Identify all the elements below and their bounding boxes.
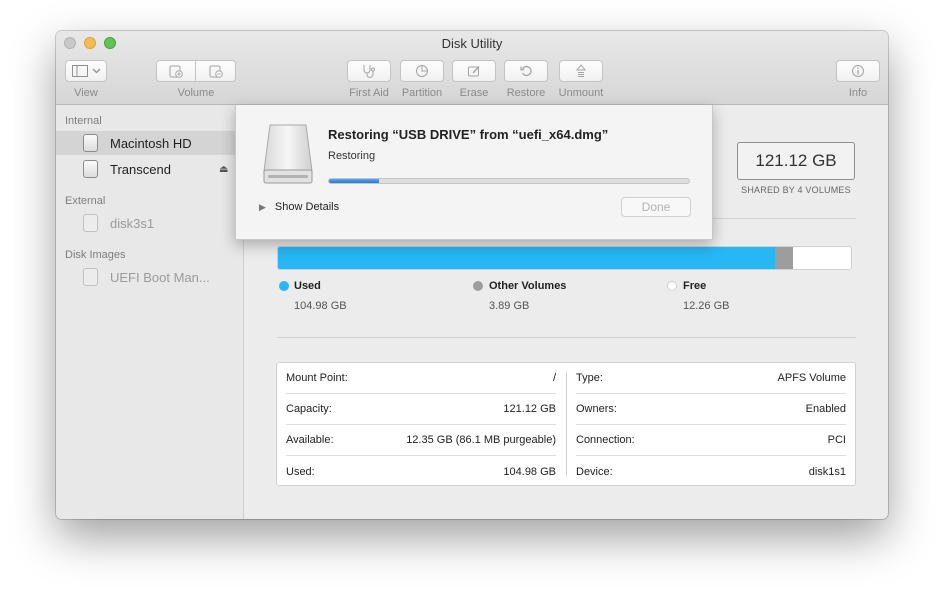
info-value: APFS Volume	[777, 372, 846, 384]
restore-progress-fill	[329, 179, 380, 183]
external-drive-icon	[263, 124, 313, 184]
info-value: PCI	[827, 434, 846, 446]
unmount-label: Unmount	[558, 87, 604, 99]
sidebar-section-disk-images: Disk Images	[65, 249, 126, 261]
internal-disk-icon	[83, 160, 98, 178]
disclosure-triangle-icon: ▶	[259, 201, 266, 212]
disk-utility-window: Disk Utility View Volume First Aid Parti…	[56, 31, 888, 519]
info-row-mount-point: Mount Point: /	[286, 363, 556, 394]
info-value: /	[552, 372, 556, 384]
done-button[interactable]: Done	[621, 197, 691, 217]
remove-volume-icon	[209, 65, 223, 78]
info-value: disk1s1	[808, 465, 846, 478]
info-label: Mount Point:	[286, 372, 348, 384]
info-row-connection: Connection: PCI	[576, 425, 846, 456]
used-legend-value: 104.98 GB	[294, 300, 347, 312]
first-aid-label: First Aid	[349, 87, 389, 99]
partition-pie-icon	[416, 65, 428, 77]
restore-title: Restoring “USB DRIVE” from “uefi_x64.dmg…	[328, 127, 609, 142]
other-volumes-legend-dot	[473, 281, 483, 291]
eject-icon[interactable]: ⏏	[219, 164, 228, 175]
info-label: Type:	[576, 372, 603, 384]
used-legend-name: Used	[294, 280, 321, 292]
sidebar-item-label: Transcend	[110, 161, 171, 177]
sidebar-item-label: Macintosh HD	[110, 135, 192, 151]
usage-bar	[277, 246, 852, 270]
unmount-button[interactable]	[559, 60, 603, 82]
sidebar-item-label: disk3s1	[110, 215, 155, 231]
info-label: Capacity:	[286, 403, 332, 415]
info-value: 121.12 GB	[503, 403, 556, 415]
add-volume-button[interactable]	[156, 60, 196, 82]
window-title: Disk Utility	[441, 36, 503, 51]
sidebar-item-uefi-boot-manager[interactable]: UEFI Boot Man...	[56, 265, 243, 289]
view-button[interactable]	[65, 60, 107, 82]
free-legend-dot	[667, 281, 677, 291]
restore-progress-bar	[328, 178, 690, 184]
other-volumes-legend-value: 3.89 GB	[489, 300, 530, 312]
sidebar-item-macintosh-hd[interactable]: Macintosh HD	[56, 131, 243, 155]
info-row-type: Type: APFS Volume	[576, 363, 846, 394]
info-row-available: Available: 12.35 GB (86.1 MB purgeable)	[286, 425, 556, 456]
volume-size-note: SHARED BY 4 VOLUMES	[741, 185, 851, 195]
disk-image-icon	[83, 268, 98, 286]
sidebar-section-internal: Internal	[65, 115, 102, 127]
info-label: Device:	[576, 465, 613, 478]
remove-volume-button[interactable]	[195, 60, 236, 82]
info-row-owners: Owners: Enabled	[576, 394, 846, 425]
restore-label: Restore	[506, 87, 546, 99]
info-row-used: Used: 104.98 GB	[286, 456, 556, 487]
info-value: Enabled	[805, 403, 846, 415]
view-label: View	[74, 87, 98, 99]
partition-label: Partition	[401, 87, 443, 99]
show-details-label: Show Details	[274, 201, 340, 213]
internal-disk-icon	[83, 134, 98, 152]
info-row-capacity: Capacity: 121.12 GB	[286, 394, 556, 425]
info-row-device: Device: disk1s1	[576, 456, 846, 487]
partition-button[interactable]	[400, 60, 444, 82]
info-label: Available:	[286, 434, 334, 446]
erase-button[interactable]	[452, 60, 496, 82]
show-details-toggle[interactable]: ▶ Show Details	[259, 201, 339, 213]
stethoscope-icon	[363, 65, 375, 78]
add-volume-icon	[169, 65, 183, 78]
sidebar-item-disk3s1[interactable]: disk3s1	[56, 211, 243, 235]
restore-arrow-icon	[520, 65, 532, 77]
volume-label: Volume	[177, 87, 215, 99]
info-label: Used:	[286, 465, 315, 478]
restore-sheet: Restoring “USB DRIVE” from “uefi_x64.dmg…	[235, 105, 713, 240]
free-legend-value: 12.26 GB	[683, 300, 730, 312]
divider	[277, 337, 856, 338]
usage-used-segment	[278, 247, 775, 269]
other-volumes-legend-name: Other Volumes	[489, 280, 567, 292]
volume-info-table: Mount Point: / Capacity: 121.12 GB Avail…	[276, 362, 856, 486]
sidebar-section-external: External	[65, 195, 106, 207]
info-button[interactable]	[836, 60, 880, 82]
first-aid-button[interactable]	[347, 60, 391, 82]
sidebar-item-label: UEFI Boot Man...	[110, 269, 210, 285]
info-icon	[852, 65, 864, 77]
volume-size-box: 121.12 GB	[737, 142, 855, 180]
used-legend-dot	[279, 281, 289, 291]
info-column-divider	[566, 372, 567, 476]
erase-icon	[468, 66, 480, 77]
sidebar-view-icon	[71, 65, 88, 77]
title-toolbar: Disk Utility View Volume First Aid Parti…	[56, 31, 888, 105]
info-value: 104.98 GB	[503, 465, 556, 478]
restore-button[interactable]	[504, 60, 548, 82]
sidebar: Internal Macintosh HD Transcend ⏏ Extern…	[56, 105, 244, 519]
erase-label: Erase	[459, 87, 489, 99]
info-label: Info	[848, 87, 868, 99]
unmount-eject-icon	[575, 64, 587, 77]
external-disk-icon	[83, 214, 98, 232]
info-label: Connection:	[576, 434, 635, 446]
usage-other-segment	[774, 247, 793, 269]
info-value: 12.35 GB (86.1 MB purgeable)	[406, 434, 556, 446]
sidebar-item-transcend[interactable]: Transcend ⏏	[56, 157, 243, 181]
info-label: Owners:	[576, 403, 617, 415]
chevron-down-icon	[92, 68, 100, 74]
restore-status: Restoring	[328, 150, 376, 162]
free-legend-name: Free	[683, 280, 707, 292]
